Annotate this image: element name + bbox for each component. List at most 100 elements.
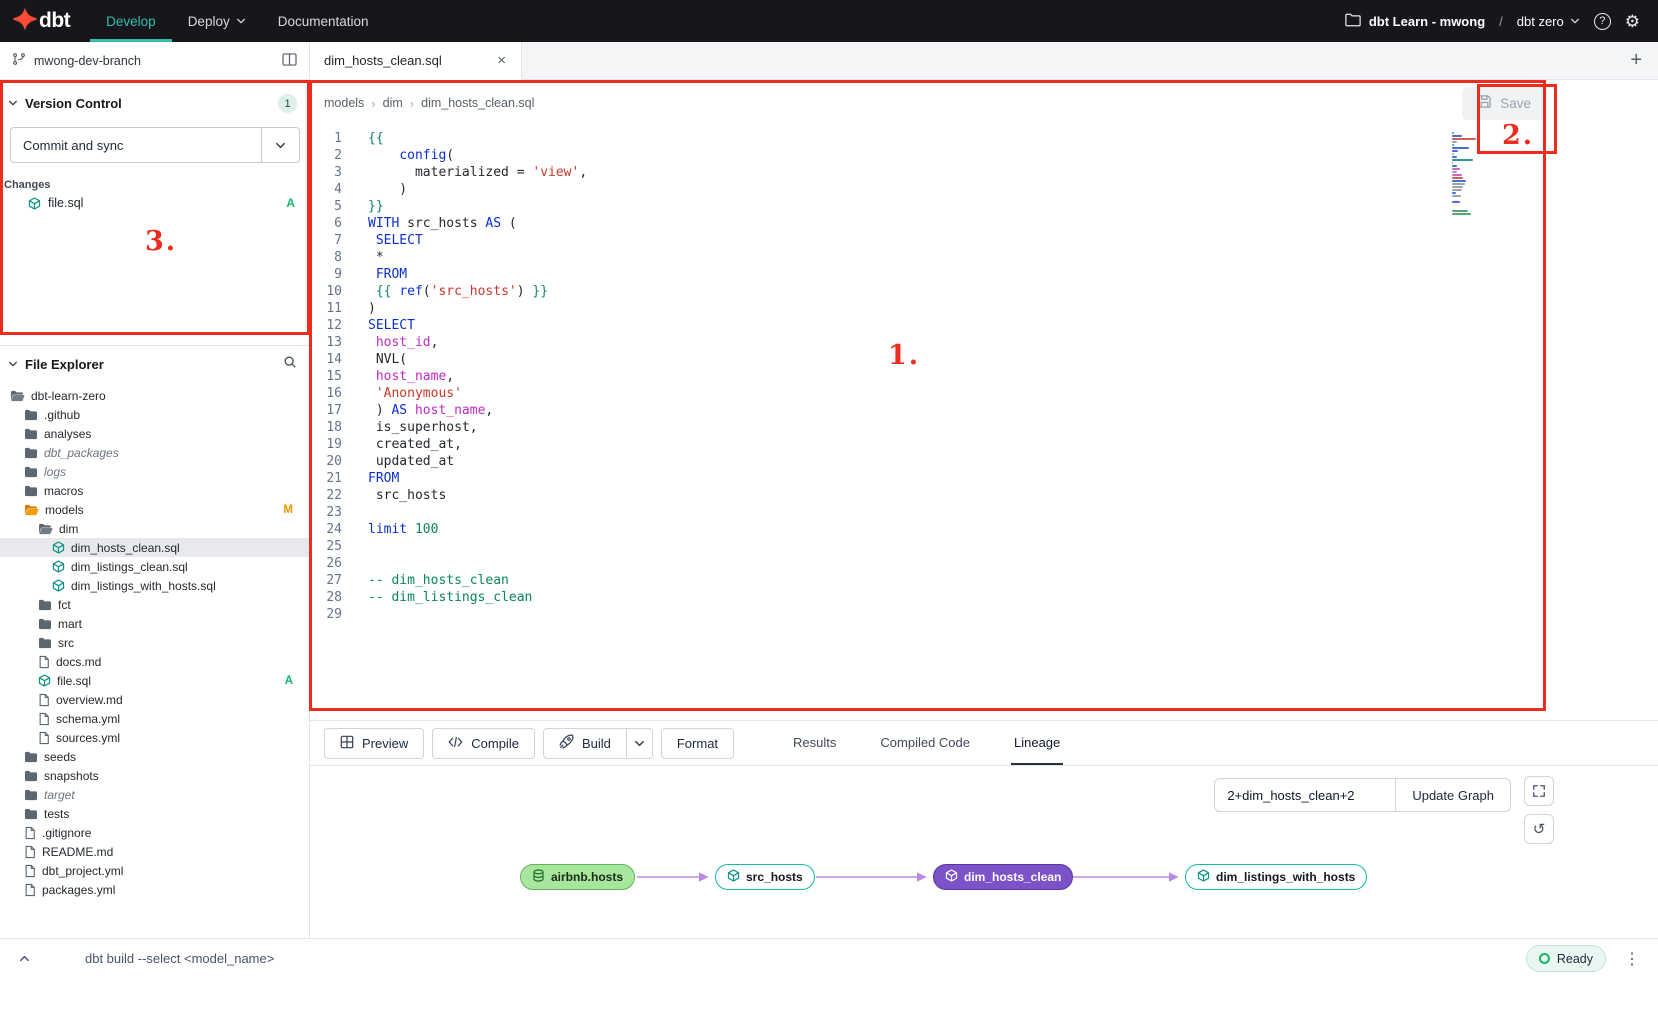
brand-text: dbt: [39, 9, 70, 33]
model-cube-icon: [727, 869, 740, 885]
tree-item-tests[interactable]: tests: [0, 804, 309, 823]
build-options-chevron[interactable]: [627, 728, 653, 759]
tree-item-schema.yml[interactable]: schema.yml: [0, 709, 309, 728]
tree-item-dim_listings_with_hosts.sql[interactable]: dim_listings_with_hosts.sql: [0, 576, 309, 595]
folder-icon: [38, 618, 52, 630]
update-graph-button[interactable]: Update Graph: [1396, 778, 1511, 812]
lineage-node-dim_listings_with_hosts[interactable]: dim_listings_with_hosts: [1185, 864, 1367, 890]
code-line: {{ ref('src_hosts') }}: [368, 283, 587, 300]
command-input[interactable]: dbt build --select <model_name>: [85, 951, 274, 966]
tree-item-dim_listings_clean.sql[interactable]: dim_listings_clean.sql: [0, 557, 309, 576]
nav-documentation[interactable]: Documentation: [262, 0, 385, 42]
chevron-up-icon[interactable]: [18, 952, 31, 965]
account-selector[interactable]: dbt Learn - mwong: [1345, 13, 1485, 30]
fullscreen-icon[interactable]: [1524, 776, 1554, 806]
breadcrumb-item[interactable]: models: [324, 96, 364, 110]
minimap[interactable]: [1452, 132, 1478, 218]
format-button[interactable]: Format: [661, 728, 734, 759]
seed-icon: [532, 869, 545, 885]
tree-item-dbt-learn-zero[interactable]: dbt-learn-zero: [0, 386, 309, 405]
breadcrumb-item[interactable]: dim_hosts_clean.sql: [421, 96, 534, 110]
project-selector[interactable]: dbt zero: [1517, 14, 1580, 29]
preview-button[interactable]: Preview: [324, 728, 424, 759]
code-line: [368, 538, 587, 555]
code-line: SELECT: [368, 232, 587, 249]
breadcrumb-item[interactable]: dim: [383, 96, 403, 110]
save-button[interactable]: Save: [1462, 87, 1546, 120]
tab-compiled-code[interactable]: Compiled Code: [877, 721, 973, 765]
tree-item-dbt_project.yml[interactable]: dbt_project.yml: [0, 861, 309, 880]
code-line: limit 100: [368, 521, 587, 538]
lineage-selector-input[interactable]: [1214, 778, 1396, 812]
tree-item-models[interactable]: modelsM: [0, 500, 309, 519]
reset-view-icon[interactable]: ↺: [1524, 814, 1554, 844]
model-cube-icon: [945, 869, 958, 885]
save-label: Save: [1500, 96, 1531, 111]
tree-item-file.sql[interactable]: file.sqlA: [0, 671, 309, 690]
commit-options-chevron[interactable]: [261, 128, 299, 162]
tab-dim-hosts-clean[interactable]: dim_hosts_clean.sql ×: [310, 42, 522, 80]
code-editor[interactable]: 1234567891011121314151617181920212223242…: [310, 126, 1658, 720]
nav-develop[interactable]: Develop: [90, 0, 172, 42]
file-icon: [38, 712, 50, 726]
tree-item-fct[interactable]: fct: [0, 595, 309, 614]
tree-item-dim_hosts_clean.sql[interactable]: dim_hosts_clean.sql: [0, 538, 309, 557]
tree-item-.gitignore[interactable]: .gitignore: [0, 823, 309, 842]
split-view-icon[interactable]: [282, 53, 297, 69]
lineage-node-airbnb.hosts[interactable]: airbnb.hosts: [520, 864, 635, 890]
tree-item-dbt_packages[interactable]: dbt_packages: [0, 443, 309, 462]
tree-item-mart[interactable]: mart: [0, 614, 309, 633]
tree-item-.github[interactable]: .github: [0, 405, 309, 424]
tree-item-docs.md[interactable]: docs.md: [0, 652, 309, 671]
new-tab-button[interactable]: +: [1614, 49, 1658, 72]
folder-icon: [38, 637, 52, 649]
model-file-icon: [28, 197, 41, 210]
compile-button[interactable]: Compile: [432, 728, 535, 759]
lineage-node-dim_hosts_clean[interactable]: dim_hosts_clean: [933, 864, 1073, 890]
model-file-icon: [38, 674, 51, 687]
top-navbar: dbt DevelopDeployDocumentation dbt Learn…: [0, 0, 1658, 42]
branch-name[interactable]: mwong-dev-branch: [34, 54, 274, 68]
code-line: NVL(: [368, 351, 587, 368]
preview-grid-icon: [340, 735, 354, 752]
lineage-node-src_hosts[interactable]: src_hosts: [715, 864, 815, 890]
tree-item-snapshots[interactable]: snapshots: [0, 766, 309, 785]
tree-item-target[interactable]: target: [0, 785, 309, 804]
commit-and-sync-button[interactable]: Commit and sync: [10, 127, 300, 163]
project-name: dbt zero: [1517, 14, 1564, 29]
code-content[interactable]: {{ config( materialized = 'view', )}}WIT…: [356, 126, 587, 720]
code-line: WITH src_hosts AS (: [368, 215, 587, 232]
file-explorer-header[interactable]: File Explorer: [0, 346, 309, 382]
tree-item-seeds[interactable]: seeds: [0, 747, 309, 766]
chevron-down-icon: [236, 14, 246, 29]
file-explorer-title: File Explorer: [25, 357, 276, 372]
tree-item-packages.yml[interactable]: packages.yml: [0, 880, 309, 899]
build-button[interactable]: Build: [543, 728, 627, 759]
tree-item-src[interactable]: src: [0, 633, 309, 652]
search-icon[interactable]: [283, 355, 297, 374]
build-button-group: Build: [543, 728, 653, 759]
tree-item-analyses[interactable]: analyses: [0, 424, 309, 443]
gear-icon[interactable]: ⚙: [1625, 13, 1640, 30]
model-file-icon: [52, 579, 65, 592]
version-control-header[interactable]: Version Control 1: [0, 90, 309, 123]
tree-item-sources.yml[interactable]: sources.yml: [0, 728, 309, 747]
tree-item-macros[interactable]: macros: [0, 481, 309, 500]
ready-dot-icon: [1539, 953, 1550, 964]
dbt-logo[interactable]: dbt: [12, 0, 90, 42]
tree-item-README.md[interactable]: README.md: [0, 842, 309, 861]
tree-item-dim[interactable]: dim: [0, 519, 309, 538]
kebab-menu-icon[interactable]: ⋮: [1624, 949, 1640, 969]
folder-icon: [24, 409, 38, 421]
nav-deploy[interactable]: Deploy: [172, 0, 262, 42]
status-badge: Ready: [1526, 945, 1606, 972]
change-item-file.sql[interactable]: file.sqlA: [0, 193, 309, 213]
model-cube-icon: [1197, 869, 1210, 885]
tab-results[interactable]: Results: [790, 721, 839, 765]
tree-item-logs[interactable]: logs: [0, 462, 309, 481]
help-icon[interactable]: ?: [1594, 13, 1611, 30]
close-icon[interactable]: ×: [492, 52, 511, 69]
tab-lineage[interactable]: Lineage: [1011, 721, 1063, 765]
tab-label: dim_hosts_clean.sql: [324, 53, 442, 68]
tree-item-overview.md[interactable]: overview.md: [0, 690, 309, 709]
